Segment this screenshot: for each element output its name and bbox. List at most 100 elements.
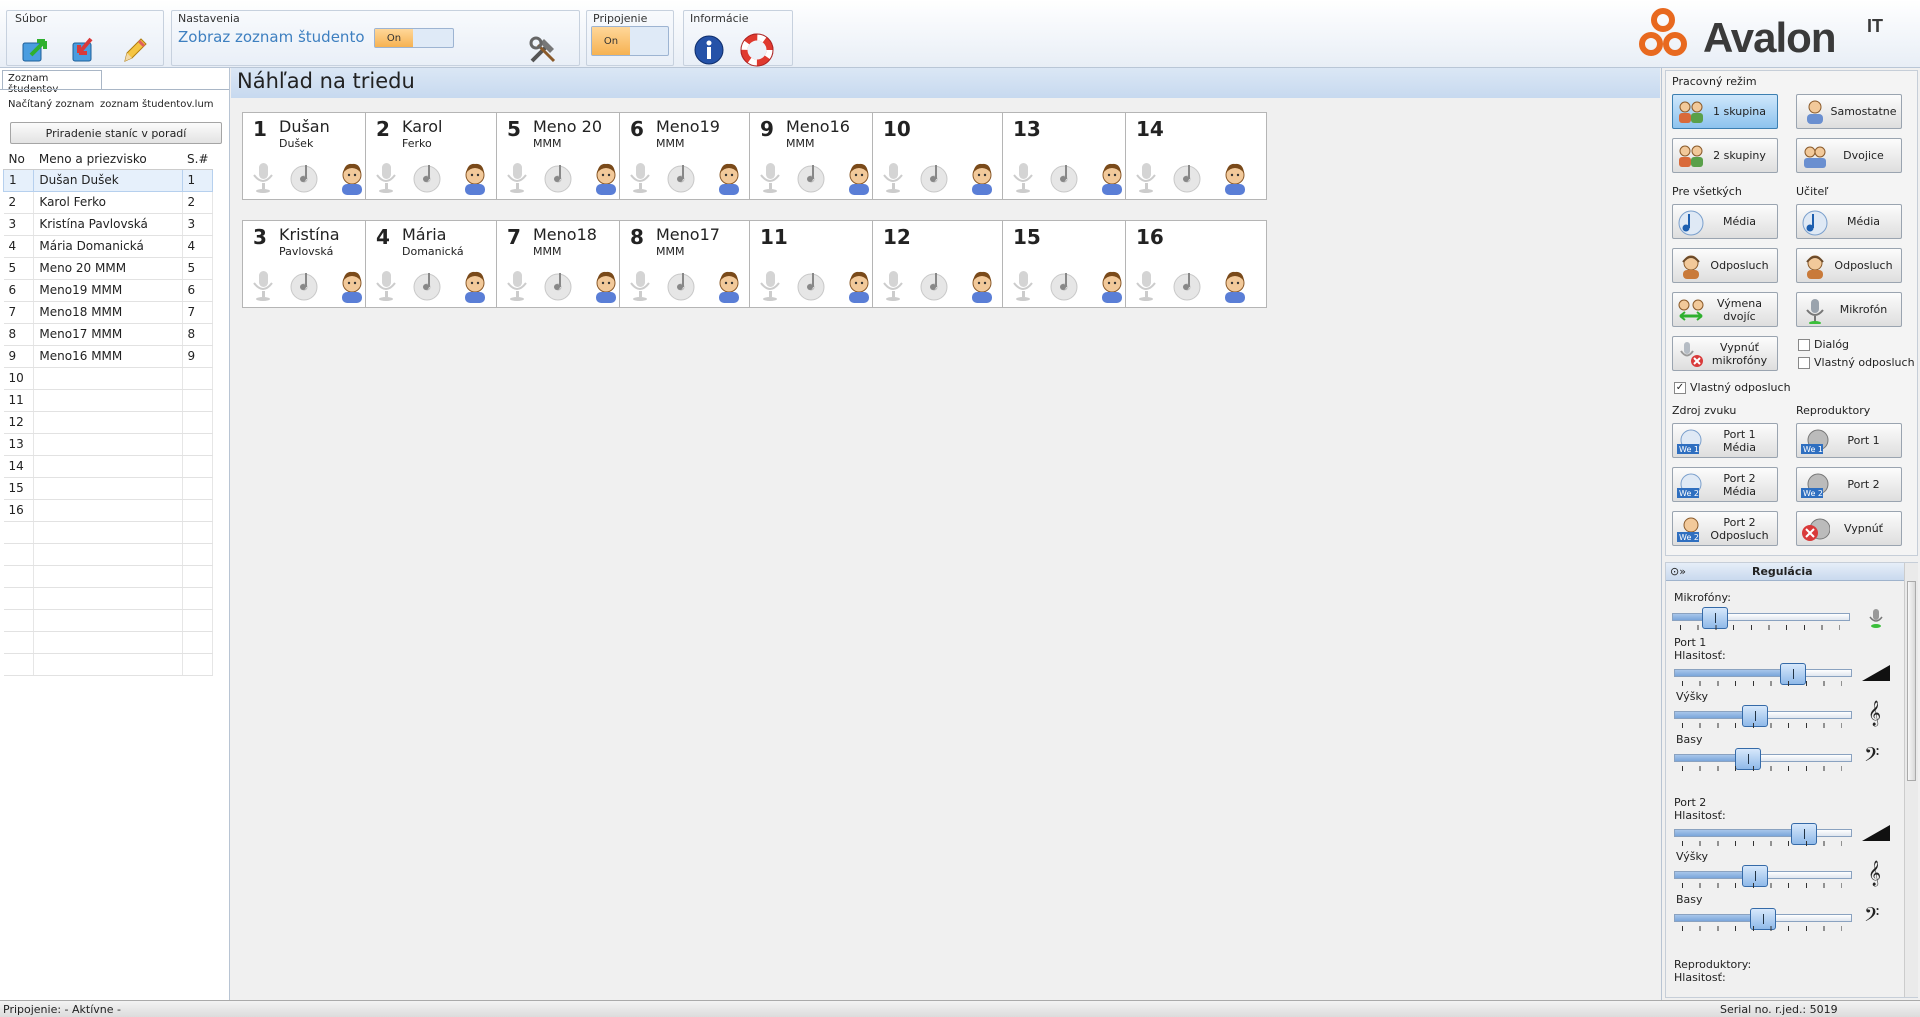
media-disc-icon[interactable] bbox=[796, 161, 826, 195]
media-disc-icon[interactable] bbox=[1049, 161, 1079, 195]
save-button[interactable] bbox=[67, 33, 101, 67]
media-disc-icon[interactable] bbox=[289, 269, 319, 303]
table-row[interactable] bbox=[3, 631, 214, 654]
station-card[interactable]: 5 Meno 20 MMM bbox=[496, 112, 638, 200]
media-disc-icon[interactable] bbox=[543, 161, 573, 195]
mic-icon[interactable] bbox=[1009, 269, 1039, 303]
student-avatar-icon[interactable] bbox=[460, 269, 490, 303]
student-avatar-icon[interactable] bbox=[591, 269, 621, 303]
table-row[interactable]: 11 bbox=[3, 389, 214, 412]
column-station[interactable]: S.# bbox=[182, 150, 213, 170]
table-row[interactable] bbox=[3, 653, 214, 676]
media-disc-icon[interactable] bbox=[1172, 269, 1202, 303]
info-button[interactable] bbox=[692, 33, 726, 67]
mic-slider[interactable] bbox=[1672, 607, 1852, 633]
assign-stations-button[interactable]: Priradenie staníc v poradí bbox=[10, 122, 222, 144]
table-row[interactable]: 7 Meno18 MMM 7 bbox=[3, 301, 214, 324]
speaker-port1-button[interactable]: We 1 Port 1 bbox=[1796, 423, 1902, 458]
media-disc-icon[interactable] bbox=[796, 269, 826, 303]
station-card[interactable]: 4 Mária Domanická bbox=[365, 220, 507, 308]
table-row[interactable] bbox=[3, 543, 214, 566]
table-row[interactable]: 4 Mária Domanická 4 bbox=[3, 235, 214, 258]
media-disc-icon[interactable] bbox=[666, 269, 696, 303]
table-row[interactable]: 12 bbox=[3, 411, 214, 434]
collapse-icon[interactable]: ⊙» bbox=[1670, 565, 1686, 578]
column-no[interactable]: No bbox=[3, 150, 34, 170]
student-avatar-icon[interactable] bbox=[844, 269, 874, 303]
teacher-mic-button[interactable]: Mikrofón bbox=[1796, 292, 1902, 327]
table-row[interactable]: 9 Meno16 MMM 9 bbox=[3, 345, 214, 368]
table-row[interactable] bbox=[3, 587, 214, 610]
table-row[interactable]: 2 Karol Ferko 2 bbox=[3, 191, 214, 214]
mic-icon[interactable] bbox=[503, 161, 533, 195]
mic-icon[interactable] bbox=[249, 269, 279, 303]
open-button[interactable] bbox=[17, 33, 51, 67]
mic-icon[interactable] bbox=[879, 161, 909, 195]
station-card[interactable]: 7 Meno18 MMM bbox=[496, 220, 638, 308]
student-avatar-icon[interactable] bbox=[1220, 269, 1250, 303]
table-row[interactable]: 3 Kristína Pavlovská 3 bbox=[3, 213, 214, 236]
all-listen-button[interactable]: Odposluch bbox=[1672, 248, 1778, 283]
student-avatar-icon[interactable] bbox=[967, 161, 997, 195]
port1-treble-slider[interactable] bbox=[1674, 705, 1854, 731]
student-avatar-icon[interactable] bbox=[337, 161, 367, 195]
student-avatar-icon[interactable] bbox=[1097, 161, 1127, 195]
table-row[interactable] bbox=[3, 609, 214, 632]
station-card[interactable]: 13 bbox=[1002, 112, 1144, 200]
mic-icon[interactable] bbox=[1132, 269, 1162, 303]
mic-icon[interactable] bbox=[879, 269, 909, 303]
station-card[interactable]: 12 bbox=[872, 220, 1014, 308]
station-card[interactable]: 9 Meno16 MMM bbox=[749, 112, 891, 200]
source-port2-listen-button[interactable]: We 2 Port 2 Odposluch bbox=[1672, 511, 1778, 546]
teacher-own-listen-checkbox[interactable]: Vlastný odposluch bbox=[1798, 356, 1915, 369]
student-avatar-icon[interactable] bbox=[460, 161, 490, 195]
connection-toggle[interactable]: On bbox=[591, 26, 669, 56]
show-list-toggle[interactable]: On bbox=[374, 28, 454, 48]
media-disc-icon[interactable] bbox=[1049, 269, 1079, 303]
tab-student-list[interactable]: Zoznam študentov bbox=[2, 70, 102, 95]
student-avatar-icon[interactable] bbox=[591, 161, 621, 195]
table-row[interactable]: 6 Meno19 MMM 6 bbox=[3, 279, 214, 302]
mic-icon[interactable] bbox=[372, 269, 402, 303]
table-row[interactable]: 16 bbox=[3, 499, 214, 522]
source-port1-media-button[interactable]: We 1 Port 1 Média bbox=[1672, 423, 1778, 458]
table-row[interactable]: 8 Meno17 MMM 8 bbox=[3, 323, 214, 346]
station-card[interactable]: 14 bbox=[1125, 112, 1267, 200]
student-avatar-icon[interactable] bbox=[714, 269, 744, 303]
station-card[interactable]: 2 Karol Ferko bbox=[365, 112, 507, 200]
student-avatar-icon[interactable] bbox=[844, 161, 874, 195]
media-disc-icon[interactable] bbox=[543, 269, 573, 303]
tools-button[interactable] bbox=[526, 33, 560, 67]
teacher-listen-button[interactable]: Odposluch bbox=[1796, 248, 1902, 283]
station-card[interactable]: 16 bbox=[1125, 220, 1267, 308]
table-row[interactable]: 15 bbox=[3, 477, 214, 500]
media-disc-icon[interactable] bbox=[1172, 161, 1202, 195]
mic-icon[interactable] bbox=[1009, 161, 1039, 195]
port1-bass-slider[interactable] bbox=[1674, 748, 1854, 774]
mic-icon[interactable] bbox=[626, 161, 656, 195]
mode-two-groups-button[interactable]: 2 skupiny bbox=[1672, 138, 1778, 173]
dialog-checkbox[interactable]: Dialóg bbox=[1798, 338, 1849, 351]
mic-icon[interactable] bbox=[626, 269, 656, 303]
mic-icon[interactable] bbox=[1132, 161, 1162, 195]
table-row[interactable] bbox=[3, 565, 214, 588]
student-avatar-icon[interactable] bbox=[1220, 161, 1250, 195]
station-card[interactable]: 8 Meno17 MMM bbox=[619, 220, 761, 308]
mute-mics-button[interactable]: Vypnúť mikrofóny bbox=[1672, 336, 1778, 371]
station-card[interactable]: 15 bbox=[1002, 220, 1144, 308]
station-card[interactable]: 3 Kristína Pavlovská bbox=[242, 220, 384, 308]
media-disc-icon[interactable] bbox=[412, 161, 442, 195]
all-media-button[interactable]: Média bbox=[1672, 204, 1778, 239]
student-avatar-icon[interactable] bbox=[1097, 269, 1127, 303]
table-row[interactable]: 10 bbox=[3, 367, 214, 390]
mic-icon[interactable] bbox=[503, 269, 533, 303]
table-row[interactable] bbox=[3, 521, 214, 544]
speaker-off-button[interactable]: Vypnúť bbox=[1796, 511, 1902, 546]
media-disc-icon[interactable] bbox=[412, 269, 442, 303]
mode-individual-button[interactable]: Samostatne bbox=[1796, 94, 1902, 129]
own-listen-checkbox[interactable]: ✓ Vlastný odposluch bbox=[1674, 381, 1791, 394]
mic-icon[interactable] bbox=[756, 269, 786, 303]
table-row[interactable]: 13 bbox=[3, 433, 214, 456]
table-row[interactable]: 1 Dušan Dušek 1 bbox=[2, 168, 214, 192]
student-avatar-icon[interactable] bbox=[967, 269, 997, 303]
